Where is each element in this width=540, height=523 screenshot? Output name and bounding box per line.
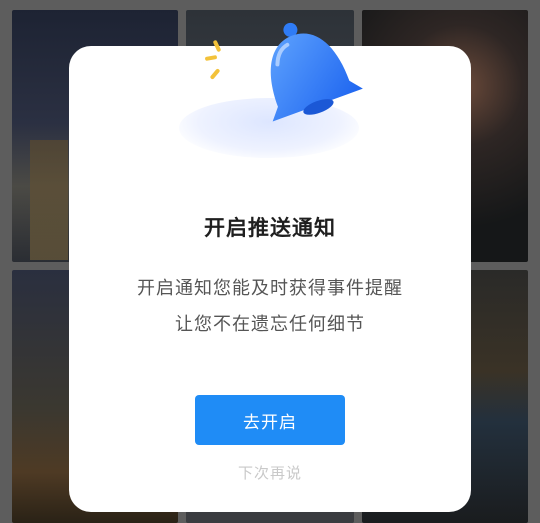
accent-ray xyxy=(209,68,221,80)
notification-bell-illustration xyxy=(179,6,369,166)
accent-ray xyxy=(204,54,218,62)
notification-dialog: 开启推送通知 开启通知您能及时获得事件提醒 让您不在遗忘任何细节 去开启 下次再… xyxy=(69,22,471,512)
bell-icon xyxy=(270,22,363,122)
dialog-description-line-1: 开启通知您能及时获得事件提醒 xyxy=(137,278,403,299)
accent-ray xyxy=(212,39,222,53)
dialog-title: 开启推送通知 xyxy=(204,216,336,240)
enable-notifications-button[interactable]: 去开启 xyxy=(195,395,345,445)
tower-shape xyxy=(30,140,68,260)
remind-later-link[interactable]: 下次再说 xyxy=(69,462,471,483)
dialog-description-line-2: 让您不在遗忘任何细节 xyxy=(175,314,365,335)
